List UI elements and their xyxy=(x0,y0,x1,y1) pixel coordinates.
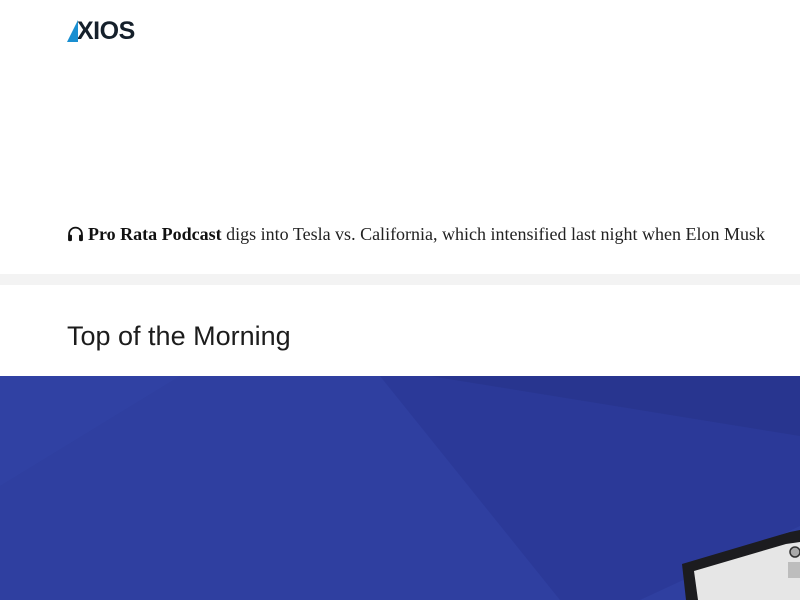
logo-text: XIOS xyxy=(77,17,135,45)
podcast-description: digs into Tesla vs. California, which in… xyxy=(221,224,766,244)
hero-image[interactable] xyxy=(0,376,800,600)
podcast-name: Pro Rata Podcast xyxy=(88,224,222,244)
site-header: XIOS xyxy=(0,0,800,60)
podcast-teaser[interactable]: Pro Rata Podcast digs into Tesla vs. Cal… xyxy=(67,222,800,246)
hero-illustration xyxy=(0,376,800,600)
headphones-icon xyxy=(68,226,83,242)
section-heading: Top of the Morning xyxy=(67,321,291,351)
axios-logo[interactable]: XIOS xyxy=(67,18,135,44)
logo-mark-icon xyxy=(67,20,81,42)
section-divider xyxy=(0,274,800,285)
